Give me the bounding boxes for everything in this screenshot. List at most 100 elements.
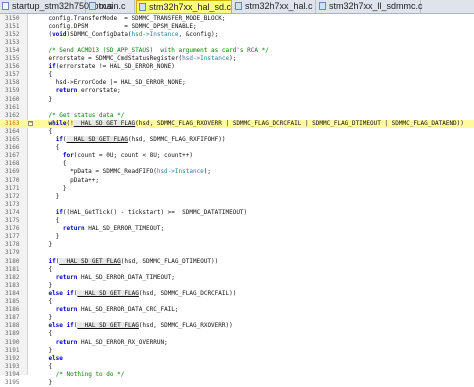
code-line[interactable]: 3156 if(errorstate != HAL_SD_ERROR_NONE) bbox=[0, 63, 474, 71]
code-line[interactable]: 3158 hsd->ErrorCode |= HAL_SD_ERROR_NONE… bbox=[0, 79, 474, 87]
code-line[interactable]: 3174 if((HAL_GetTick() - tickstart) >= S… bbox=[0, 209, 474, 217]
code-text: } bbox=[34, 95, 53, 103]
fold-toggle-icon[interactable]: − bbox=[28, 120, 33, 126]
code-text: pData++; bbox=[34, 176, 100, 184]
code-line[interactable]: 3153 bbox=[0, 39, 474, 47]
code-line[interactable]: 3171 } bbox=[0, 185, 474, 193]
line-number: 3187 bbox=[5, 314, 20, 322]
code-text: *pData = SDMMC_ReadFIFO(hsd->Instance); bbox=[34, 168, 212, 176]
line-number: 3154 bbox=[5, 46, 20, 54]
code-line[interactable]: 3185 { bbox=[0, 298, 474, 306]
line-number: 3162 bbox=[5, 111, 20, 119]
code-editor[interactable]: 3150 config.TransferMode = SDMMC_TRANSFE… bbox=[0, 14, 474, 386]
line-number: 3193 bbox=[5, 362, 20, 370]
line-number: 3186 bbox=[5, 306, 20, 314]
code-text: } bbox=[34, 184, 67, 192]
editor-tab-bar: startup_stm32h750xbtx.s main.c stm32h7xx_h… bbox=[0, 0, 474, 14]
code-line[interactable]: 3182 return HAL_SD_ERROR_DATA_TIMEOUT; bbox=[0, 274, 474, 282]
tab-4[interactable]: stm32h7xx_hal.c bbox=[233, 0, 316, 13]
code-text: errorstate = SDMMC_CmdStatusRegister(hsd… bbox=[34, 55, 237, 62]
code-line[interactable]: 3168 { bbox=[0, 160, 474, 168]
code-line[interactable]: 3151 config.DPSM = SDMMC_DPSM_ENABLE; bbox=[0, 23, 474, 31]
code-text: (void)SDMMC_ConfigData(hsd->Instance, &c… bbox=[34, 30, 219, 38]
code-line[interactable]: 3170 pData++; bbox=[0, 177, 474, 185]
code-line[interactable]: 3150 config.TransferMode = SDMMC_TRANSFE… bbox=[0, 15, 474, 23]
code-text: hsd->ErrorCode |= HAL_SD_ERROR_NONE; bbox=[34, 79, 186, 87]
code-line[interactable]: 3186 return HAL_SD_ERROR_DATA_CRC_FAIL; bbox=[0, 306, 474, 314]
code-line[interactable]: 3169 *pData = SDMMC_ReadFIFO(hsd->Instan… bbox=[0, 168, 474, 176]
code-line[interactable]: 3183 } bbox=[0, 282, 474, 290]
code-text: else bbox=[48, 354, 63, 362]
code-line[interactable]: 3193 { bbox=[0, 363, 474, 371]
tab-2[interactable]: main.c bbox=[87, 0, 135, 13]
code-text: { bbox=[34, 362, 53, 370]
tab-5[interactable]: stm32h7xx_ll_sdmmc.c bbox=[317, 0, 423, 13]
code-text: { bbox=[34, 265, 53, 273]
code-line[interactable]: 3164 { bbox=[0, 128, 474, 136]
line-number: 3155 bbox=[5, 55, 20, 62]
code-line[interactable]: 3190 return HAL_SD_ERROR_RX_OVERRUN; bbox=[0, 339, 474, 347]
code-line[interactable]: 3166 { bbox=[0, 144, 474, 152]
code-line[interactable]: 3187 } bbox=[0, 314, 474, 322]
code-text: if((HAL_GetTick() - tickstart) >= SDMMC_… bbox=[55, 208, 248, 216]
code-text: /* Send ACMD13 (SD_APP_STAUS) with argum… bbox=[48, 46, 269, 54]
line-number: 3153 bbox=[5, 38, 20, 46]
code-line[interactable]: 3159 return errorstate; bbox=[0, 87, 474, 95]
code-line[interactable]: 3177 } bbox=[0, 233, 474, 241]
code-line[interactable]: 3175 { bbox=[0, 217, 474, 225]
code-line[interactable]: 3155 errorstate = SDMMC_CmdStatusRegiste… bbox=[0, 55, 474, 63]
file-icon bbox=[139, 3, 146, 11]
code-line[interactable]: 3160 } bbox=[0, 96, 474, 104]
code-line[interactable]: 3192 else bbox=[0, 355, 474, 363]
code-line[interactable]: 3184 else if(__HAL_SD_GET_FLAG(hsd, SDMM… bbox=[0, 289, 474, 298]
line-number: 3171 bbox=[5, 184, 20, 192]
code-line[interactable]: 3179 bbox=[0, 249, 474, 257]
code-line[interactable]: 3167 for(count = 0U; count < 8U; count++… bbox=[0, 152, 474, 160]
code-line[interactable]: 3154 /* Send ACMD13 (SD_APP_STAUS) with … bbox=[0, 47, 474, 55]
line-number: 3150 bbox=[5, 14, 20, 22]
code-line[interactable]: 3178 } bbox=[0, 241, 474, 249]
line-number: 3172 bbox=[5, 192, 20, 200]
code-line[interactable]: 3195 } bbox=[0, 379, 474, 387]
line-number: 3192 bbox=[5, 354, 20, 362]
line-number: 3182 bbox=[5, 273, 20, 281]
code-text: /* Get status data */ bbox=[48, 111, 125, 119]
tab-1[interactable]: startup_stm32h750xbtx.s bbox=[0, 0, 113, 13]
code-line[interactable]: 3161 bbox=[0, 104, 474, 112]
code-line[interactable]: 3152 (void)SDMMC_ConfigData(hsd->Instanc… bbox=[0, 31, 474, 39]
code-line[interactable]: 3189 { bbox=[0, 330, 474, 338]
code-line[interactable]: 3176 return HAL_SD_ERROR_TIMEOUT; bbox=[0, 225, 474, 233]
code-text: } bbox=[34, 192, 60, 200]
code-text: for(count = 0U; count < 8U; count++) bbox=[62, 152, 193, 160]
line-number: 3177 bbox=[5, 233, 20, 241]
code-text: { bbox=[34, 298, 53, 305]
code-text: while(!__HAL_SD_GET_FLAG(hsd, SDMMC_FLAG… bbox=[48, 119, 464, 127]
code-line[interactable]: 3180 if(__HAL_SD_GET_FLAG(hsd, SDMMC_FLA… bbox=[0, 257, 474, 266]
code-text: { bbox=[34, 217, 60, 224]
code-text: if(__HAL_SD_GET_FLAG(hsd, SDMMC_FLAG_RXF… bbox=[55, 136, 226, 143]
code-line[interactable]: 3162 /* Get status data */ bbox=[0, 112, 474, 120]
line-number: 3163 bbox=[5, 119, 20, 127]
code-line[interactable]: 3173 bbox=[0, 201, 474, 209]
line-number: 3164 bbox=[5, 127, 20, 135]
code-text: return HAL_SD_ERROR_DATA_CRC_FAIL; bbox=[55, 306, 179, 314]
line-number: 3170 bbox=[5, 176, 20, 184]
line-number: 3191 bbox=[5, 346, 20, 354]
code-text: else if(__HAL_SD_GET_FLAG(hsd, SDMMC_FLA… bbox=[48, 289, 237, 297]
code-text: } bbox=[34, 314, 53, 322]
line-number: 3190 bbox=[5, 338, 20, 346]
code-line[interactable]: 3157 { bbox=[0, 71, 474, 79]
code-line[interactable]: 3172 } bbox=[0, 193, 474, 201]
code-line[interactable]: 3188 else if(__HAL_SD_GET_FLAG(hsd, SDMM… bbox=[0, 322, 474, 330]
tab-3[interactable]: stm32h7xx_hal_sd.c× bbox=[136, 0, 239, 13]
line-number: 3183 bbox=[5, 281, 20, 289]
line-number: 3161 bbox=[5, 103, 20, 111]
code-text: config.DPSM = SDMMC_DPSM_ENABLE; bbox=[34, 22, 197, 30]
current-code-line[interactable]: 3163 − while(!__HAL_SD_GET_FLAG(hsd, SDMM… bbox=[0, 119, 474, 128]
code-line[interactable]: 3181 { bbox=[0, 266, 474, 274]
code-text: return HAL_SD_ERROR_RX_OVERRUN; bbox=[55, 338, 168, 346]
line-number: 3157 bbox=[5, 71, 20, 79]
code-line[interactable]: 3191 } bbox=[0, 347, 474, 355]
code-line[interactable]: 3165 if(__HAL_SD_GET_FLAG(hsd, SDMMC_FLA… bbox=[0, 136, 474, 144]
line-number: 3173 bbox=[5, 200, 20, 208]
